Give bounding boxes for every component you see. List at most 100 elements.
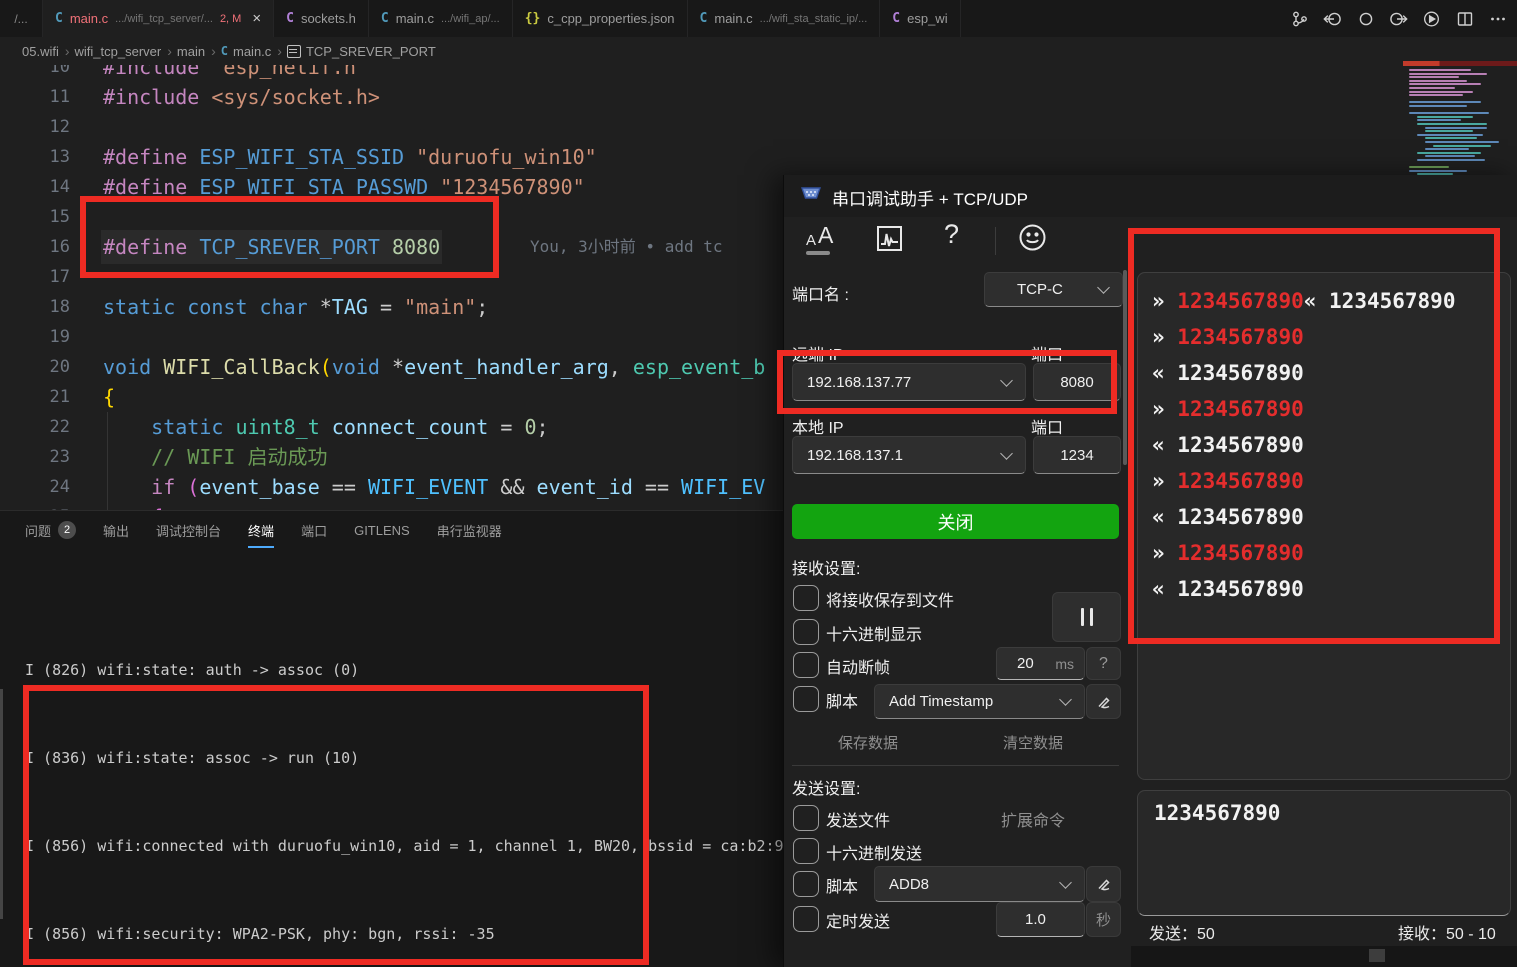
breadcrumb-item[interactable]: 05.wifi (22, 44, 59, 59)
receive-log-line: « 1234567890 (1152, 361, 1304, 385)
gitlens-blame-annotation: You, 3小时前 • add tc (530, 232, 723, 262)
panel-tab[interactable]: 终端 (248, 521, 274, 548)
editor-tab[interactable]: C main.c .../wifi_ap/... (369, 0, 513, 37)
save-to-file-checkbox[interactable] (793, 585, 819, 611)
port-name-label: 端口名 : (792, 281, 849, 305)
save-data-button[interactable]: 保存数据 (838, 732, 898, 753)
editor-tab[interactable]: C esp_wi (880, 0, 960, 37)
tabs-host: C main.c .../wifi_tcp_server/... 2, M × … (43, 0, 961, 37)
received-label: 接收： (1398, 926, 1446, 943)
editor-tab[interactable]: C sockets.h (274, 0, 369, 37)
panel-tab[interactable]: GITLENS (354, 523, 410, 546)
hex-send-checkbox[interactable] (793, 838, 819, 864)
send-file-checkbox[interactable] (793, 805, 819, 831)
sync-circle-icon[interactable] (1356, 9, 1375, 28)
code-line: 11 #include <sys/socket.h> (0, 82, 1517, 112)
breadcrumb-item[interactable]: › C main.c (211, 43, 271, 59)
tab-label: sockets.h (301, 11, 356, 26)
remote-port-input[interactable]: 8080 (1033, 363, 1121, 401)
terminal-output[interactable]: I (826) wifi:state: auth -> assoc (0) I … (25, 571, 784, 967)
source-control-graph-icon[interactable] (1290, 9, 1309, 28)
settings-divider (792, 765, 1119, 766)
received-value: 50 - 10 (1446, 926, 1496, 943)
minimap[interactable] (1403, 57, 1517, 178)
serial-window-titlebar[interactable]: 串口调试助手 + TCP/UDP (784, 175, 1517, 217)
file-type-icon: C (700, 11, 708, 26)
symbol-icon (287, 45, 301, 58)
breadcrumb-separator: › (277, 43, 282, 59)
remote-port-value: 8080 (1034, 374, 1120, 391)
forward-icon[interactable] (1389, 9, 1408, 28)
plot-view-button[interactable] (876, 225, 903, 252)
horizontal-scrollbar[interactable] (1131, 946, 1517, 967)
local-port-input[interactable]: 1234 (1033, 436, 1121, 474)
extended-command-button[interactable]: 扩展命令 (1001, 807, 1065, 831)
remote-ip-dropdown[interactable]: 192.168.137.77 (792, 363, 1026, 401)
code-text: // WIFI 启动成功 (103, 442, 328, 472)
timed-send-checkbox[interactable] (793, 906, 819, 932)
panel-tab[interactable]: 调试控制台 (156, 521, 221, 548)
back-icon[interactable] (1323, 9, 1342, 28)
frame-ms-input[interactable]: 20 ms (996, 647, 1085, 680)
receive-log-line: » 1234567890 (1152, 325, 1304, 349)
sent-label: 发送： (1149, 926, 1197, 943)
code-text: #define ESP_WIFI_STA_SSID "duruofu_win10… (103, 142, 597, 172)
hex-send-label: 十六进制发送 (826, 840, 922, 864)
panel-tab[interactable]: 端口 (301, 521, 327, 548)
editor-tab[interactable]: {} c_cpp_properties.json (513, 0, 688, 37)
breadcrumb-item[interactable]: › wifi_tcp_server (65, 43, 161, 59)
receive-log-line: » 1234567890 (1152, 469, 1304, 493)
code-text: static uint8_t connect_count = 0; (103, 412, 549, 442)
terminal-scrollbar[interactable] (0, 689, 3, 919)
pause-button[interactable] (1052, 592, 1121, 642)
code-line: 10 #include "esp_netif.h" (0, 65, 1517, 82)
sent-counter: 发送：50 (1149, 920, 1215, 944)
help-button[interactable]: ? (944, 219, 959, 250)
receive-script-edit-button[interactable] (1086, 684, 1121, 719)
line-number: 14 (0, 177, 103, 197)
more-actions-icon[interactable] (1488, 9, 1507, 28)
line-number: 19 (0, 327, 103, 347)
auto-frame-checkbox[interactable] (793, 652, 819, 678)
send-script-checkbox[interactable] (793, 871, 819, 897)
file-type-icon: C (55, 11, 63, 26)
smiley-button[interactable] (1018, 223, 1047, 252)
receive-script-dropdown[interactable]: Add Timestamp (874, 684, 1085, 719)
settings-scrollbar[interactable] (1123, 270, 1127, 465)
local-ip-value: 192.168.137.1 (793, 447, 1002, 464)
receive-log-line: » 1234567890 (1152, 397, 1304, 421)
pause-icon (1081, 608, 1084, 626)
tab-overflow[interactable]: /... (0, 0, 43, 37)
editor-tab[interactable]: C main.c .../wifi_sta_static_ip/... (688, 0, 881, 37)
split-editor-icon[interactable] (1455, 9, 1474, 28)
breadcrumb-item[interactable]: › TCP_SREVER_PORT (277, 43, 435, 59)
file-type-icon: C (381, 11, 389, 26)
editor-tab-bar: /... C main.c .../wifi_tcp_server/... 2,… (0, 0, 1517, 38)
local-ip-dropdown[interactable]: 192.168.137.1 (792, 436, 1026, 474)
port-type-dropdown[interactable]: TCP-C (984, 272, 1123, 307)
receive-script-checkbox[interactable] (793, 686, 819, 712)
send-input[interactable]: 1234567890 (1137, 790, 1511, 916)
clear-data-button[interactable]: 清空数据 (1003, 732, 1063, 753)
panel-tab[interactable]: 输出 (103, 521, 129, 548)
breadcrumb-label: main.c (233, 44, 271, 59)
receive-display[interactable]: » 1234567890« 1234567890» 1234567890« 12… (1137, 272, 1511, 780)
close-connection-button[interactable]: 关闭 (792, 504, 1119, 539)
line-number: 13 (0, 147, 103, 167)
panel-tab[interactable]: 串行监视器 (437, 521, 502, 548)
close-icon[interactable]: × (252, 10, 261, 27)
interval-input[interactable]: 1.0 (996, 902, 1085, 937)
editor-tab[interactable]: C main.c .../wifi_tcp_server/... 2, M × (43, 0, 274, 37)
font-settings-button[interactable]: A A (806, 225, 846, 255)
panel-tab[interactable]: 问题 2 (25, 521, 76, 548)
code-line: 12 (0, 112, 1517, 142)
breadcrumb-item[interactable]: › main (167, 43, 205, 59)
send-script-edit-button[interactable] (1086, 866, 1121, 902)
c-file-icon: C (221, 44, 228, 58)
run-icon[interactable] (1422, 9, 1441, 28)
breadcrumb-label: TCP_SREVER_PORT (306, 44, 436, 59)
frame-help-button[interactable]: ? (1086, 647, 1121, 680)
send-script-dropdown[interactable]: ADD8 (874, 866, 1085, 902)
hex-display-checkbox[interactable] (793, 619, 819, 645)
scrollbar-thumb[interactable] (1369, 949, 1385, 962)
